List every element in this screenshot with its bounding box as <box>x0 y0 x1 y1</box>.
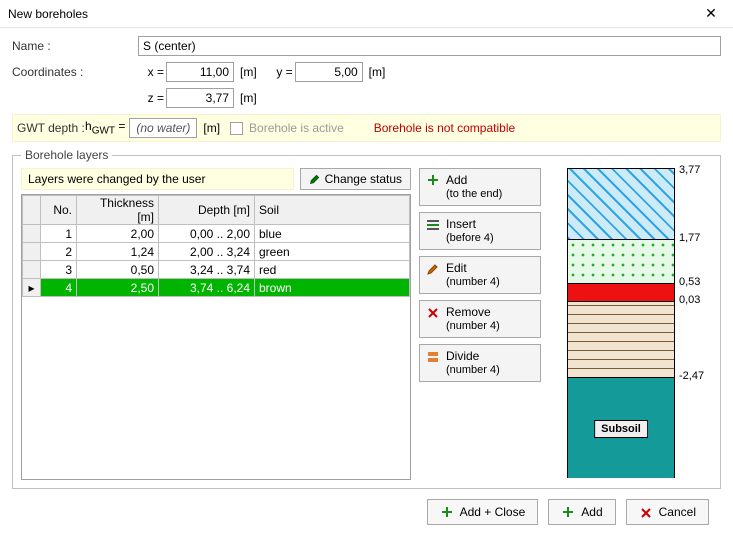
footer-add-button[interactable]: Add <box>548 499 615 525</box>
subsoil-label: Subsoil <box>594 420 648 438</box>
table-row[interactable]: 2 1,24 2,00 .. 3,24 green <box>23 243 410 261</box>
name-input[interactable] <box>138 36 721 56</box>
x-label: x = <box>138 65 164 79</box>
divide-button[interactable]: Divide(number 4) <box>419 344 541 382</box>
edit-button[interactable]: Edit(number 4) <box>419 256 541 294</box>
status-message: Layers were changed by the user <box>21 168 294 190</box>
y-unit: [m] <box>369 65 386 79</box>
viz-column: Subsoil 3,77 1,77 0,53 0,03 -2,47 <box>549 168 712 480</box>
actions-column: Add(to the end) Insert(before 4) Edit(nu… <box>419 168 541 480</box>
viz-layer-red <box>568 283 674 301</box>
tick-0: 3,77 <box>679 164 700 176</box>
layers-grid[interactable]: No. Thickness [m] Depth [m] Soil 1 2,00 <box>21 194 411 480</box>
coords-label: Coordinates : <box>12 65 138 79</box>
tick-3: 0,03 <box>679 294 700 306</box>
col-thickness: Thickness [m] <box>77 196 159 225</box>
tick-2: 0,53 <box>679 276 700 288</box>
remove-button[interactable]: Remove(number 4) <box>419 300 541 338</box>
tick-4: -2,47 <box>679 370 704 382</box>
viz-layer-brown <box>568 301 674 377</box>
table-row-selected[interactable]: ▸ 4 2,50 3,74 .. 6,24 brown <box>23 279 410 297</box>
remove-icon <box>426 306 440 320</box>
z-label: z = <box>138 91 164 105</box>
add-button[interactable]: Add(to the end) <box>419 168 541 206</box>
layers-legend: Borehole layers <box>21 148 112 162</box>
hgwt-label: hGWT = <box>85 119 125 136</box>
pencil-icon <box>309 173 321 185</box>
titlebar: New boreholes ✕ <box>0 0 733 28</box>
viz-layer-blue <box>568 169 674 239</box>
table-row[interactable]: 1 2,00 0,00 .. 2,00 blue <box>23 225 410 243</box>
layers-fieldset: Borehole layers Layers were changed by t… <box>12 148 721 489</box>
plus-icon <box>426 174 440 188</box>
hgwt-input[interactable] <box>129 118 197 138</box>
x-unit: [m] <box>240 65 257 79</box>
viz-layer-green <box>568 239 674 283</box>
insert-icon <box>426 218 440 232</box>
footer: Add + Close Add Cancel <box>12 489 721 525</box>
compat-warning: Borehole is not compatible <box>374 121 515 135</box>
plus-icon <box>561 506 575 520</box>
y-label: y = <box>267 65 293 79</box>
borehole-viz: Subsoil <box>567 168 675 478</box>
close-button[interactable]: ✕ <box>697 0 725 28</box>
y-input[interactable] <box>295 62 363 82</box>
edit-icon <box>426 262 440 276</box>
gwt-row: GWT depth : hGWT = [m] Borehole is activ… <box>12 114 721 142</box>
cancel-icon <box>639 506 653 520</box>
plus-icon <box>440 506 454 520</box>
dialog-content: Name : Coordinates : x = [m] y = [m] z =… <box>0 28 733 535</box>
add-close-button[interactable]: Add + Close <box>427 499 539 525</box>
coord-row-z: z = [m] <box>12 88 721 108</box>
col-depth: Depth [m] <box>159 196 255 225</box>
z-unit: [m] <box>240 91 257 105</box>
z-input[interactable] <box>166 88 234 108</box>
viz-layer-subsoil: Subsoil <box>568 377 674 478</box>
active-checkbox[interactable] <box>230 122 243 135</box>
cancel-button[interactable]: Cancel <box>626 499 709 525</box>
hgwt-unit: [m] <box>203 121 220 135</box>
x-input[interactable] <box>166 62 234 82</box>
divide-icon <box>426 350 440 364</box>
gwt-label: GWT depth : <box>17 121 85 135</box>
change-status-button[interactable]: Change status <box>300 168 411 190</box>
table-row[interactable]: 3 0,50 3,24 .. 3,74 red <box>23 261 410 279</box>
name-row: Name : <box>12 36 721 56</box>
tick-1: 1,77 <box>679 232 700 244</box>
coord-row-xy: Coordinates : x = [m] y = [m] <box>12 62 721 82</box>
col-no: No. <box>41 196 77 225</box>
active-label: Borehole is active <box>249 121 344 135</box>
close-icon: ✕ <box>705 5 717 22</box>
grid-corner <box>23 196 41 225</box>
window-title: New boreholes <box>8 7 697 21</box>
left-column: Layers were changed by the user Change s… <box>21 168 411 480</box>
change-status-label: Change status <box>325 172 402 186</box>
insert-button[interactable]: Insert(before 4) <box>419 212 541 250</box>
row-marker: ▸ <box>23 279 41 297</box>
col-soil: Soil <box>255 196 410 225</box>
name-label: Name : <box>12 39 138 53</box>
